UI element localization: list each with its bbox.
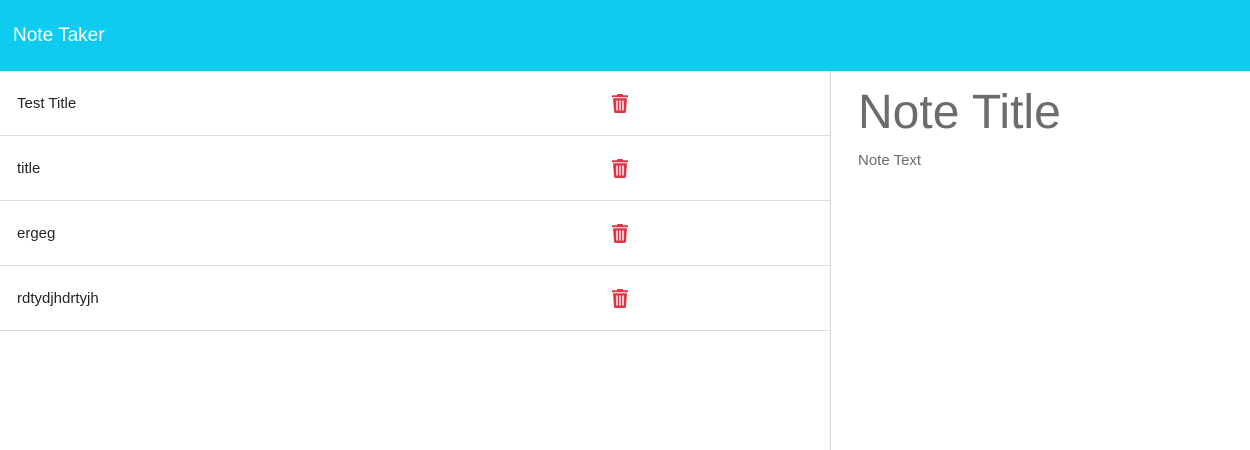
note-list-item-title: Test Title — [17, 94, 77, 112]
note-text-input[interactable] — [858, 152, 1238, 412]
note-list-item-title: ergeg — [17, 224, 56, 242]
note-editor-pane — [832, 71, 1250, 450]
note-title-input[interactable] — [858, 85, 1238, 140]
trash-icon[interactable] — [611, 288, 629, 308]
note-list-pane: Test Title title ergeg rdtydjhdrtyjh — [0, 71, 831, 450]
trash-icon[interactable] — [611, 223, 629, 243]
list-item[interactable]: rdtydjhdrtyjh — [0, 266, 830, 331]
trash-icon[interactable] — [611, 93, 629, 113]
navbar-brand[interactable]: Note Taker — [13, 25, 105, 47]
note-list: Test Title title ergeg rdtydjhdrtyjh — [0, 71, 830, 331]
list-item[interactable]: Test Title — [0, 71, 830, 136]
trash-icon[interactable] — [611, 158, 629, 178]
list-item[interactable]: title — [0, 136, 830, 201]
navbar: Note Taker — [0, 0, 1250, 71]
note-list-item-title: rdtydjhdrtyjh — [17, 289, 99, 307]
note-list-item-title: title — [17, 159, 41, 177]
list-item[interactable]: ergeg — [0, 201, 830, 266]
